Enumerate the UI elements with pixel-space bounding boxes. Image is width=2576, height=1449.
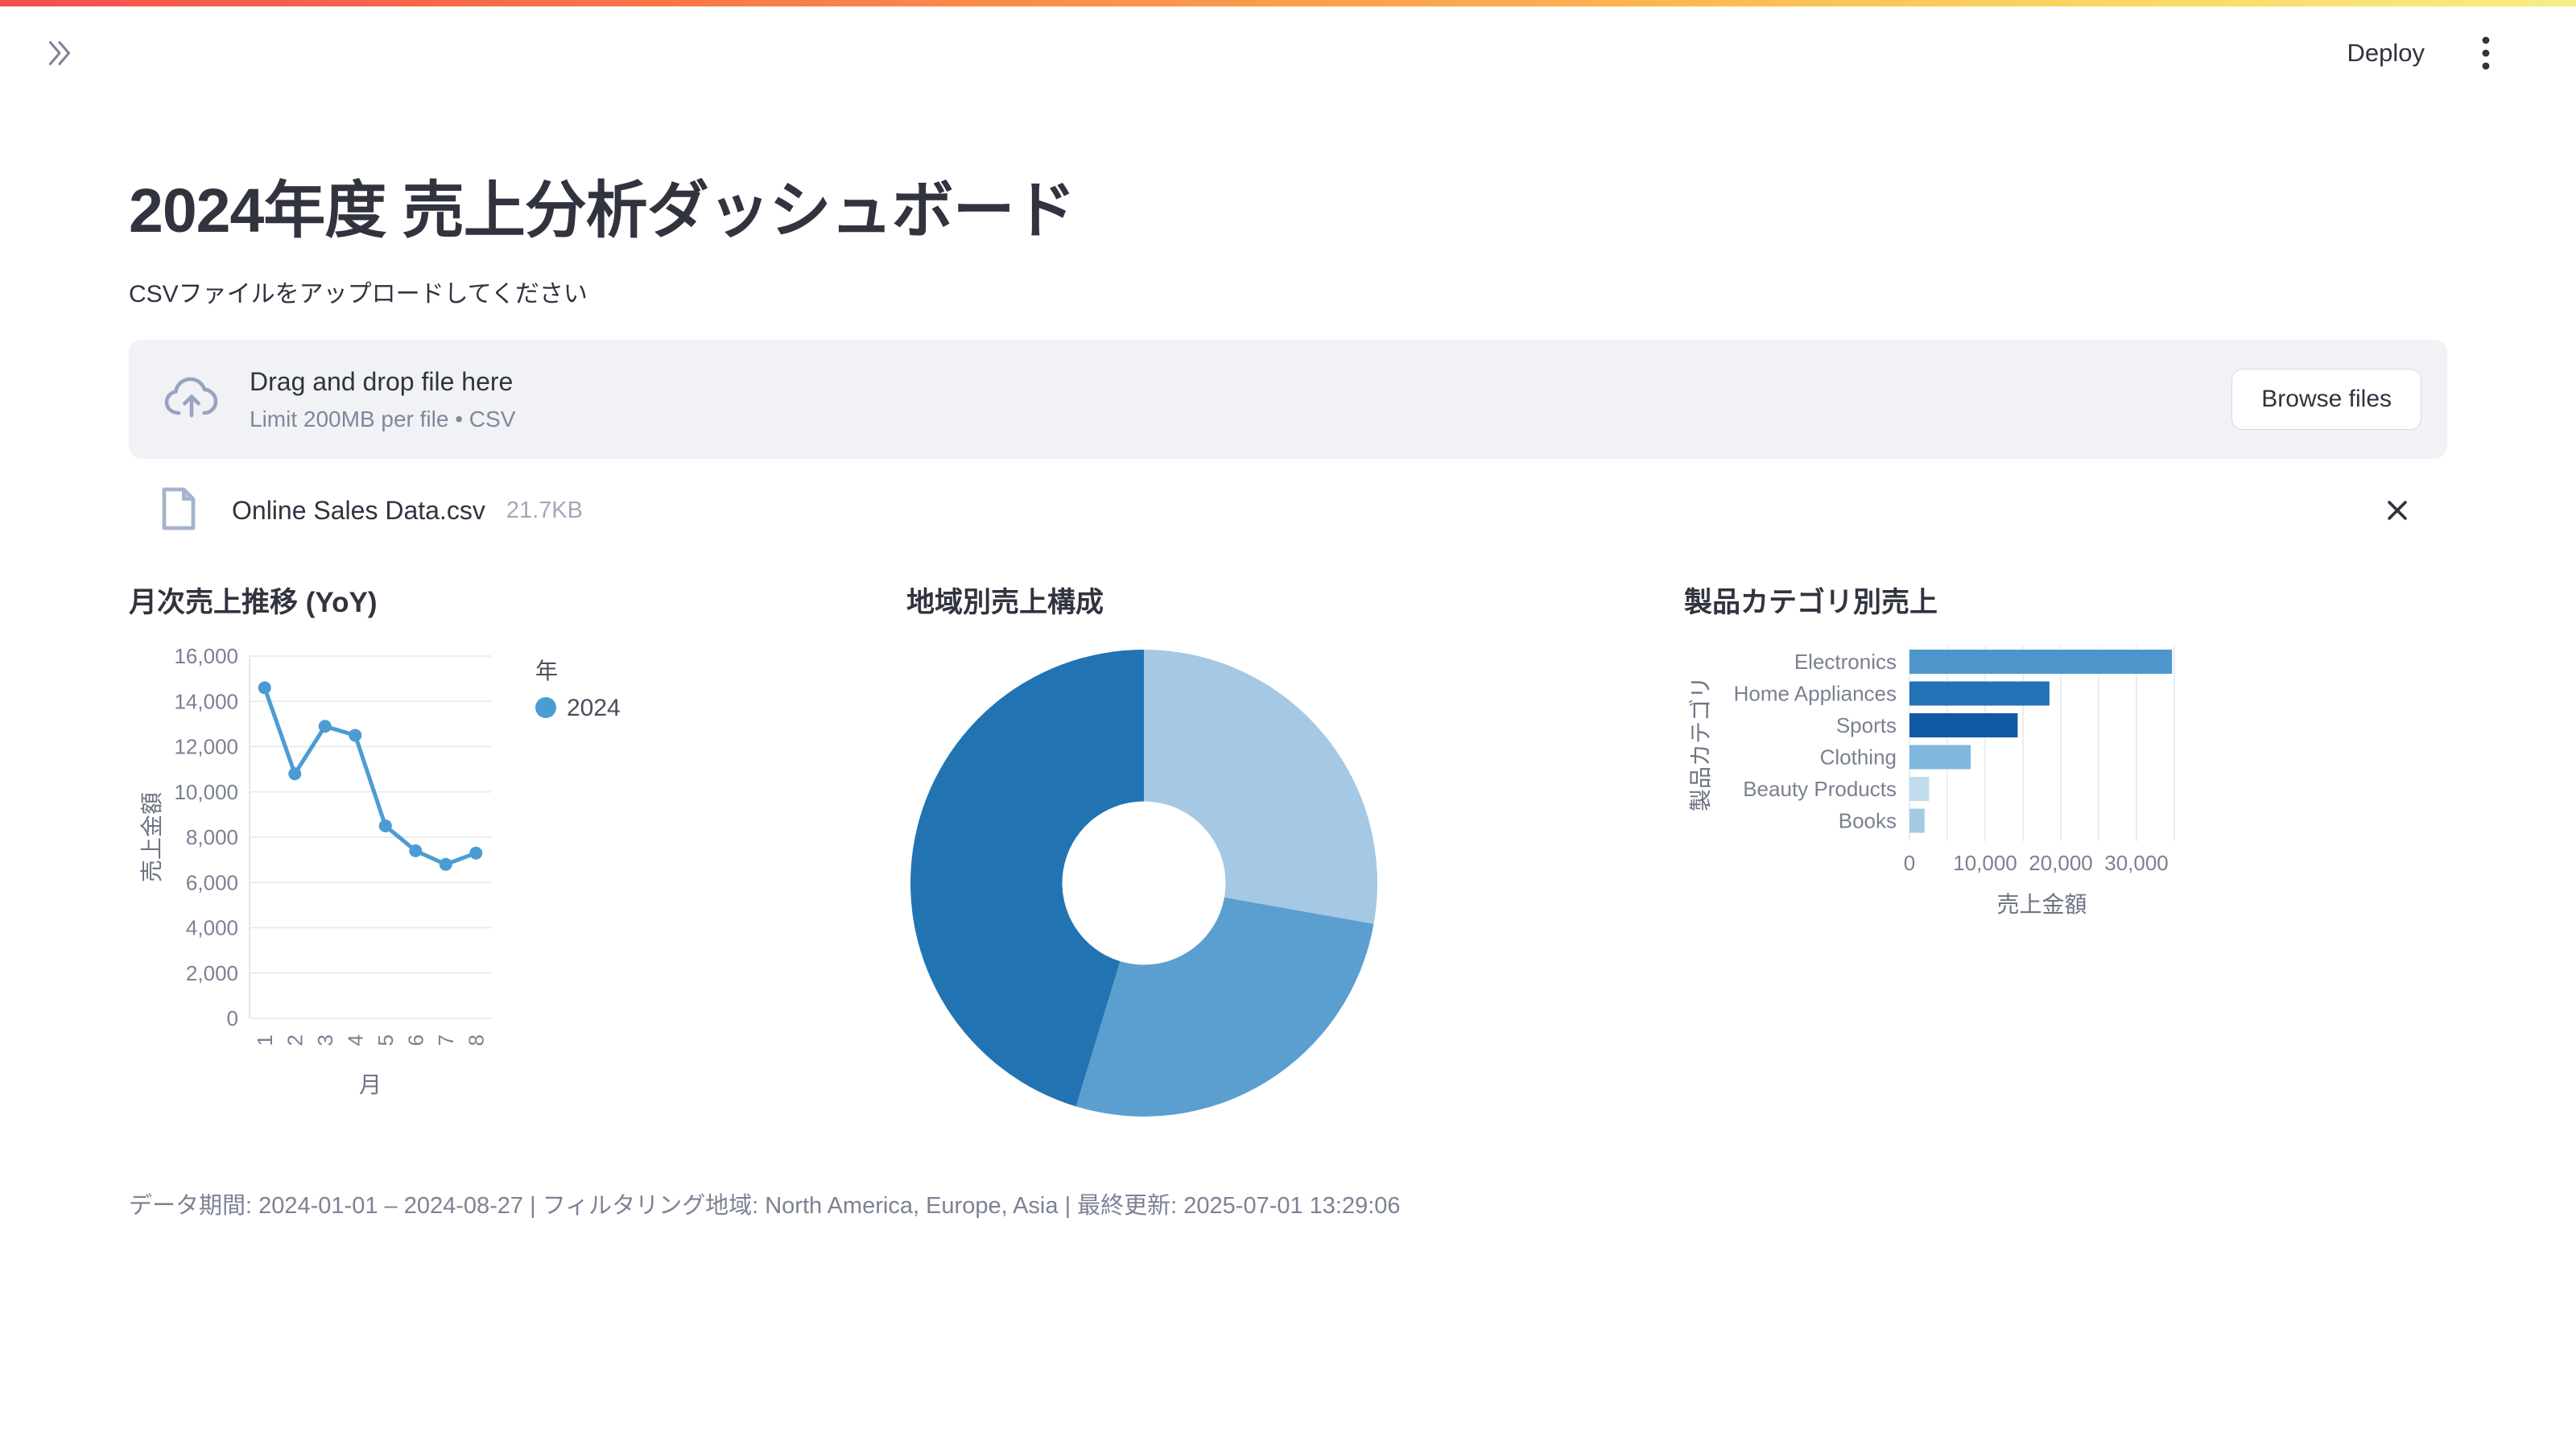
monthly-sales-line-chart[interactable]: 0 2,000 4,000 6,000 8,000 10,000 12,000 14,000 1…	[129, 640, 868, 1167]
donut-slice[interactable]	[1144, 650, 1377, 924]
charts-row: 月次売上推移 (YoY) 0 2,000 4,000 6,000 8,000 10,000…	[129, 580, 2447, 1167]
kebab-icon	[2481, 34, 2491, 72]
x-tick-label: 6	[403, 1034, 427, 1046]
x-tick-label: 0	[1904, 851, 1915, 875]
uploaded-file-size: 21.7KB	[506, 497, 583, 524]
y-tick-label: 6,000	[186, 871, 238, 895]
x-axis-title: 月	[359, 1072, 382, 1097]
bar[interactable]	[1909, 777, 1929, 801]
x-tick-label: 1	[253, 1034, 277, 1046]
upload-instruction: CSVファイルをアップロードしてください	[129, 274, 2447, 309]
browse-files-button[interactable]: Browse files	[2231, 369, 2421, 430]
legend-label: 2024	[567, 695, 621, 721]
y-tick-label: 16,000	[174, 644, 238, 668]
cloud-upload-icon	[163, 374, 222, 426]
legend-swatch	[535, 697, 556, 718]
close-icon	[2384, 497, 2411, 524]
bar-chart-title: 製品カテゴリ別売上	[1684, 580, 2423, 621]
line-chart-title: 月次売上推移 (YoY)	[129, 580, 868, 621]
x-tick-label: 4	[343, 1034, 367, 1046]
bar[interactable]	[1909, 713, 2017, 737]
y-tick-label: 14,000	[174, 690, 238, 714]
category-label: Beauty Products	[1743, 777, 1897, 801]
y-tick-label: 0	[227, 1006, 238, 1030]
dropzone-limit-label: Limit 200MB per file • CSV	[250, 407, 2231, 432]
bar-chart-panel: 製品カテゴリ別売上 製品カテゴリ Electronics Home Applianc…	[1684, 580, 2423, 1167]
category-label: Books	[1839, 809, 1897, 833]
deploy-button[interactable]: Deploy	[2347, 39, 2425, 68]
x-tick-label: 7	[434, 1034, 458, 1046]
double-chevron-right-icon	[41, 35, 78, 76]
remove-file-button[interactable]	[2373, 486, 2421, 535]
main-menu-button[interactable]	[2468, 31, 2504, 76]
bar[interactable]	[1909, 650, 2172, 674]
donut-chart-title: 地域別売上構成	[906, 580, 1645, 621]
region-sales-donut-chart[interactable]	[906, 640, 1645, 1135]
y-tick-label: 10,000	[174, 780, 238, 804]
file-dropzone[interactable]: Drag and drop file here Limit 200MB per …	[129, 340, 2447, 459]
x-tick-label: 20,000	[2029, 851, 2093, 875]
y-tick-label: 8,000	[186, 825, 238, 849]
y-axis-title: 製品カテゴリ	[1688, 676, 1713, 811]
app-header: Deploy	[0, 6, 2576, 95]
donut-chart-panel: 地域別売上構成	[906, 580, 1645, 1167]
category-label: Home Appliances	[1734, 682, 1897, 706]
x-tick-label: 8	[464, 1034, 488, 1046]
y-axis-title: 売上金額	[139, 792, 164, 882]
file-document-icon	[161, 486, 196, 535]
category-label: Clothing	[1820, 745, 1897, 770]
donut-slice[interactable]	[1076, 898, 1374, 1117]
category-sales-bar-chart[interactable]: 製品カテゴリ Electronics Home Appliances Sports Cl…	[1684, 640, 2423, 942]
category-label: Electronics	[1794, 650, 1897, 674]
bar[interactable]	[1909, 682, 2050, 706]
y-tick-label: 4,000	[186, 916, 238, 940]
data-caption: データ期間: 2024-01-01 – 2024-08-27 | フィルタリング…	[129, 1187, 2447, 1220]
main-content: 2024年度 売上分析ダッシュボード CSVファイルをアップロードしてください …	[129, 95, 2447, 1220]
decoration-bar	[0, 0, 2576, 6]
y-tick-label: 12,000	[174, 735, 238, 759]
page-title: 2024年度 売上分析ダッシュボード	[129, 172, 2447, 250]
x-tick-label: 10,000	[1953, 851, 2017, 875]
x-tick-label: 5	[374, 1034, 398, 1046]
dropzone-label: Drag and drop file here	[250, 367, 2231, 397]
sidebar-expand-button[interactable]	[37, 32, 82, 77]
uploaded-file-name: Online Sales Data.csv	[232, 496, 485, 526]
x-tick-label: 2	[283, 1034, 307, 1046]
uploaded-file-row: Online Sales Data.csv 21.7KB	[129, 473, 2447, 547]
bar[interactable]	[1909, 809, 1925, 833]
legend-title: 年	[535, 658, 558, 683]
x-tick-label: 30,000	[2104, 851, 2169, 875]
category-label: Sports	[1836, 713, 1897, 737]
bar[interactable]	[1909, 745, 1971, 770]
line-chart-panel: 月次売上推移 (YoY) 0 2,000 4,000 6,000 8,000 10,000…	[129, 580, 868, 1167]
x-axis-title: 売上金額	[1996, 892, 2087, 917]
y-tick-label: 2,000	[186, 961, 238, 985]
x-tick-label: 3	[313, 1034, 337, 1046]
